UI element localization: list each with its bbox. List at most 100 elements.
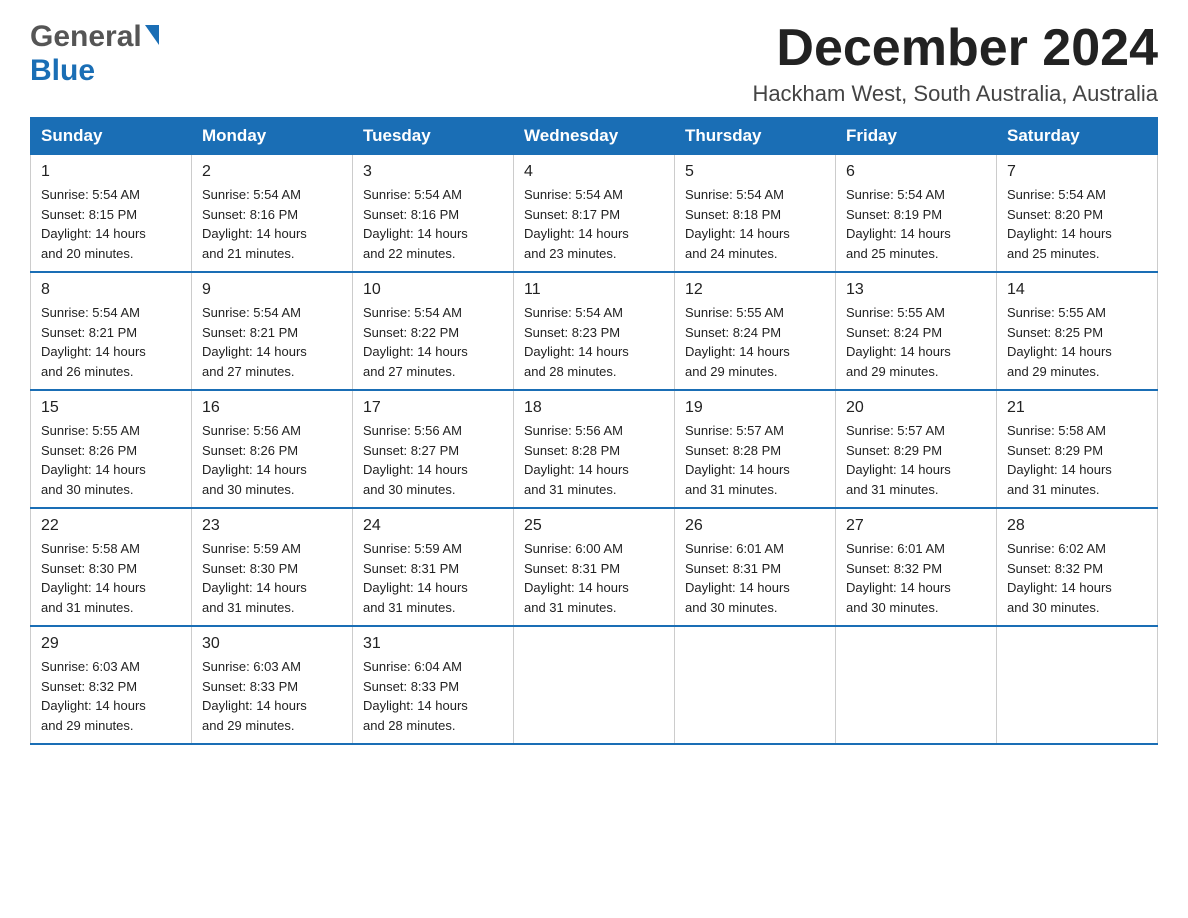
day-number: 22 [41, 517, 181, 535]
day-info: Sunrise: 6:03 AMSunset: 8:32 PMDaylight:… [41, 657, 181, 735]
calendar-week-row: 29Sunrise: 6:03 AMSunset: 8:32 PMDayligh… [31, 626, 1158, 744]
day-number: 1 [41, 163, 181, 181]
day-info: Sunrise: 5:57 AMSunset: 8:29 PMDaylight:… [846, 421, 986, 499]
month-year-title: December 2024 [752, 20, 1158, 77]
calendar-day-cell [997, 626, 1158, 744]
logo-general-text: General [30, 20, 142, 54]
calendar-header-row: SundayMondayTuesdayWednesdayThursdayFrid… [31, 118, 1158, 155]
page-header: General Blue December 2024 Hackham West,… [30, 20, 1158, 107]
day-number: 7 [1007, 163, 1147, 181]
weekday-header-thursday: Thursday [675, 118, 836, 155]
day-number: 4 [524, 163, 664, 181]
day-info: Sunrise: 5:55 AMSunset: 8:26 PMDaylight:… [41, 421, 181, 499]
day-number: 28 [1007, 517, 1147, 535]
calendar-day-cell: 12 Sunrise: 5:55 AMSunset: 8:24 PMDayligh… [675, 272, 836, 390]
calendar-week-row: 22Sunrise: 5:58 AMSunset: 8:30 PMDayligh… [31, 508, 1158, 626]
day-info: Sunrise: 5:54 AMSunset: 8:20 PMDaylight:… [1007, 185, 1147, 263]
day-info: Sunrise: 5:55 AMSunset: 8:25 PMDaylight:… [1007, 303, 1147, 381]
day-number: 25 [524, 517, 664, 535]
weekday-header-sunday: Sunday [31, 118, 192, 155]
calendar-day-cell: 26 Sunrise: 6:01 AMSunset: 8:31 PMDayligh… [675, 508, 836, 626]
calendar-day-cell: 4 Sunrise: 5:54 AMSunset: 8:17 PMDaylight… [514, 155, 675, 273]
weekday-header-tuesday: Tuesday [353, 118, 514, 155]
weekday-header-friday: Friday [836, 118, 997, 155]
day-info: Sunrise: 5:54 AMSunset: 8:18 PMDaylight:… [685, 185, 825, 263]
day-number: 21 [1007, 399, 1147, 417]
day-number: 11 [524, 281, 664, 299]
day-number: 17 [363, 399, 503, 417]
day-info: Sunrise: 6:01 AMSunset: 8:31 PMDaylight:… [685, 539, 825, 617]
calendar-day-cell: 30 Sunrise: 6:03 AMSunset: 8:33 PMDayligh… [192, 626, 353, 744]
location-subtitle: Hackham West, South Australia, Australia [752, 81, 1158, 107]
calendar-day-cell: 17 Sunrise: 5:56 AMSunset: 8:27 PMDayligh… [353, 390, 514, 508]
day-info: Sunrise: 5:54 AMSunset: 8:16 PMDaylight:… [202, 185, 342, 263]
calendar-day-cell: 2 Sunrise: 5:54 AMSunset: 8:16 PMDaylight… [192, 155, 353, 273]
calendar-day-cell: 14 Sunrise: 5:55 AMSunset: 8:25 PMDayligh… [997, 272, 1158, 390]
day-number: 14 [1007, 281, 1147, 299]
calendar-day-cell: 3Sunrise: 5:54 AMSunset: 8:16 PMDaylight… [353, 155, 514, 273]
day-info: Sunrise: 5:58 AMSunset: 8:29 PMDaylight:… [1007, 421, 1147, 499]
day-info: Sunrise: 5:56 AMSunset: 8:26 PMDaylight:… [202, 421, 342, 499]
weekday-header-monday: Monday [192, 118, 353, 155]
calendar-day-cell: 25 Sunrise: 6:00 AMSunset: 8:31 PMDayligh… [514, 508, 675, 626]
day-info: Sunrise: 6:02 AMSunset: 8:32 PMDaylight:… [1007, 539, 1147, 617]
day-number: 10 [363, 281, 503, 299]
calendar-table: SundayMondayTuesdayWednesdayThursdayFrid… [30, 117, 1158, 745]
calendar-day-cell [836, 626, 997, 744]
day-info: Sunrise: 5:56 AMSunset: 8:27 PMDaylight:… [363, 421, 503, 499]
day-info: Sunrise: 5:55 AMSunset: 8:24 PMDaylight:… [685, 303, 825, 381]
calendar-day-cell: 28 Sunrise: 6:02 AMSunset: 8:32 PMDayligh… [997, 508, 1158, 626]
calendar-day-cell [675, 626, 836, 744]
day-number: 12 [685, 281, 825, 299]
calendar-title-area: December 2024 Hackham West, South Austra… [752, 20, 1158, 107]
calendar-day-cell: 9 Sunrise: 5:54 AMSunset: 8:21 PMDaylight… [192, 272, 353, 390]
calendar-day-cell: 22Sunrise: 5:58 AMSunset: 8:30 PMDayligh… [31, 508, 192, 626]
day-info: Sunrise: 5:54 AMSunset: 8:16 PMDaylight:… [363, 185, 503, 263]
logo-triangle-icon [145, 25, 159, 45]
day-number: 31 [363, 635, 503, 653]
day-number: 19 [685, 399, 825, 417]
day-number: 13 [846, 281, 986, 299]
calendar-week-row: 8 Sunrise: 5:54 AMSunset: 8:21 PMDaylight… [31, 272, 1158, 390]
weekday-header-saturday: Saturday [997, 118, 1158, 155]
day-number: 30 [202, 635, 342, 653]
calendar-day-cell: 31 Sunrise: 6:04 AMSunset: 8:33 PMDayligh… [353, 626, 514, 744]
calendar-day-cell: 5 Sunrise: 5:54 AMSunset: 8:18 PMDaylight… [675, 155, 836, 273]
calendar-week-row: 1Sunrise: 5:54 AMSunset: 8:15 PMDaylight… [31, 155, 1158, 273]
calendar-day-cell: 20 Sunrise: 5:57 AMSunset: 8:29 PMDayligh… [836, 390, 997, 508]
day-info: Sunrise: 5:54 AMSunset: 8:22 PMDaylight:… [363, 303, 503, 381]
calendar-day-cell: 21 Sunrise: 5:58 AMSunset: 8:29 PMDayligh… [997, 390, 1158, 508]
day-info: Sunrise: 5:59 AMSunset: 8:30 PMDaylight:… [202, 539, 342, 617]
day-info: Sunrise: 5:54 AMSunset: 8:23 PMDaylight:… [524, 303, 664, 381]
day-number: 2 [202, 163, 342, 181]
day-info: Sunrise: 5:59 AMSunset: 8:31 PMDaylight:… [363, 539, 503, 617]
day-number: 20 [846, 399, 986, 417]
day-info: Sunrise: 5:54 AMSunset: 8:21 PMDaylight:… [202, 303, 342, 381]
calendar-day-cell: 18Sunrise: 5:56 AMSunset: 8:28 PMDayligh… [514, 390, 675, 508]
logo: General Blue [30, 20, 159, 88]
calendar-day-cell: 1Sunrise: 5:54 AMSunset: 8:15 PMDaylight… [31, 155, 192, 273]
calendar-day-cell: 23Sunrise: 5:59 AMSunset: 8:30 PMDayligh… [192, 508, 353, 626]
day-info: Sunrise: 5:55 AMSunset: 8:24 PMDaylight:… [846, 303, 986, 381]
day-info: Sunrise: 6:04 AMSunset: 8:33 PMDaylight:… [363, 657, 503, 735]
logo-blue-text: Blue [30, 54, 95, 87]
day-number: 5 [685, 163, 825, 181]
calendar-day-cell [514, 626, 675, 744]
day-info: Sunrise: 5:54 AMSunset: 8:19 PMDaylight:… [846, 185, 986, 263]
calendar-day-cell: 24Sunrise: 5:59 AMSunset: 8:31 PMDayligh… [353, 508, 514, 626]
calendar-day-cell: 29Sunrise: 6:03 AMSunset: 8:32 PMDayligh… [31, 626, 192, 744]
calendar-day-cell: 8 Sunrise: 5:54 AMSunset: 8:21 PMDaylight… [31, 272, 192, 390]
calendar-week-row: 15Sunrise: 5:55 AMSunset: 8:26 PMDayligh… [31, 390, 1158, 508]
day-info: Sunrise: 6:00 AMSunset: 8:31 PMDaylight:… [524, 539, 664, 617]
calendar-day-cell: 15Sunrise: 5:55 AMSunset: 8:26 PMDayligh… [31, 390, 192, 508]
day-number: 26 [685, 517, 825, 535]
day-info: Sunrise: 5:57 AMSunset: 8:28 PMDaylight:… [685, 421, 825, 499]
day-number: 8 [41, 281, 181, 299]
calendar-day-cell: 11 Sunrise: 5:54 AMSunset: 8:23 PMDayligh… [514, 272, 675, 390]
calendar-day-cell: 16Sunrise: 5:56 AMSunset: 8:26 PMDayligh… [192, 390, 353, 508]
day-info: Sunrise: 5:54 AMSunset: 8:21 PMDaylight:… [41, 303, 181, 381]
day-info: Sunrise: 6:03 AMSunset: 8:33 PMDaylight:… [202, 657, 342, 735]
day-info: Sunrise: 5:54 AMSunset: 8:17 PMDaylight:… [524, 185, 664, 263]
day-number: 9 [202, 281, 342, 299]
day-number: 18 [524, 399, 664, 417]
